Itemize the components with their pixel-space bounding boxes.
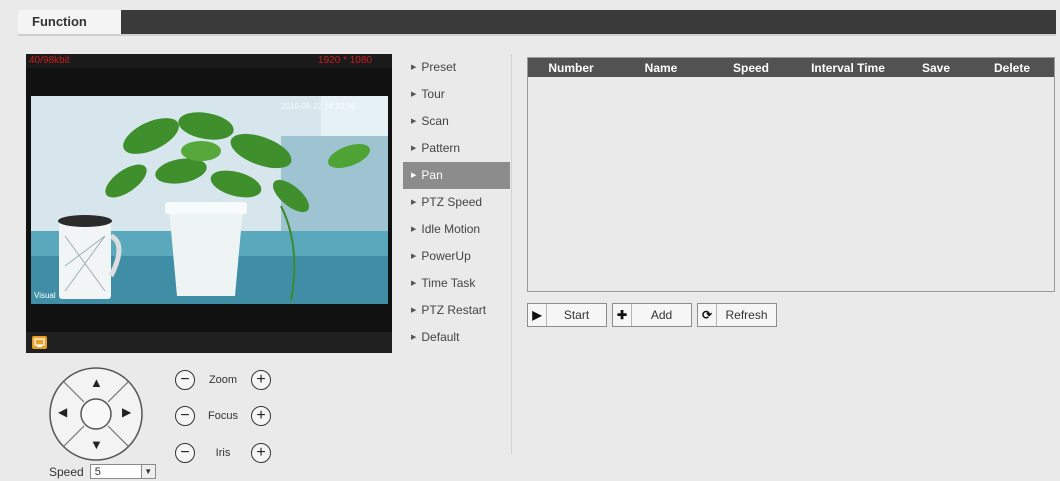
bullet-icon: ▶ <box>411 64 417 71</box>
menu-item-powerup[interactable]: ▶ PowerUp <box>403 243 510 270</box>
zoom-control: − Zoom + <box>175 368 271 392</box>
focus-label: Focus <box>208 410 238 422</box>
bullet-icon: ▶ <box>411 199 417 206</box>
ptz-function-menu: ▶ Preset ▶ Tour ▶ Scan ▶ Pattern ▶ Pan ▶ PTZ S… <box>403 54 510 351</box>
chevron-down-icon: ▼ <box>140 465 155 478</box>
bullet-icon: ▶ <box>411 145 417 152</box>
start-button-label: Start <box>563 308 590 322</box>
table-header: Number Name Speed Interval Time Save Del… <box>528 58 1054 77</box>
menu-item-time-task[interactable]: ▶ Time Task <box>403 270 510 297</box>
menu-item-label: Pan <box>421 168 443 182</box>
video-osd-timestamp: 2016-08-22 14:22:56 <box>281 102 356 111</box>
zoom-in-button[interactable]: + <box>251 370 271 390</box>
refresh-button-label: Refresh <box>725 308 768 322</box>
refresh-button[interactable]: ⟳ Refresh <box>697 303 777 327</box>
add-button-label: Add <box>650 308 673 322</box>
video-toolbar <box>26 332 392 353</box>
bullet-icon: ▶ <box>411 253 417 260</box>
column-header-speed: Speed <box>732 60 769 75</box>
menu-item-label: Pattern <box>421 141 461 155</box>
bullet-icon: ▶ <box>411 172 417 179</box>
column-header-delete: Delete <box>993 60 1031 75</box>
menu-item-scan[interactable]: ▶ Scan <box>403 108 510 135</box>
menu-item-ptz-speed[interactable]: ▶ PTZ Speed <box>403 189 510 216</box>
ptz-direction-pad: ▲ ▼ ◀ ▶ <box>48 366 144 462</box>
tab-function[interactable]: Function <box>18 10 121 34</box>
top-tab-bar: Function <box>18 10 1056 34</box>
tab-divider <box>18 34 1056 36</box>
menu-item-tour[interactable]: ▶ Tour <box>403 81 510 108</box>
menu-item-label: PTZ Speed <box>421 195 483 209</box>
refresh-icon: ⟳ <box>698 304 717 326</box>
bullet-icon: ▶ <box>411 226 417 233</box>
speed-select[interactable]: 5 ▼ <box>89 464 156 479</box>
bullet-icon: ▶ <box>411 91 417 98</box>
pan-up-icon[interactable]: ▲ <box>90 375 103 390</box>
menu-item-label: Preset <box>421 60 457 74</box>
play-icon: ▶ <box>528 304 547 326</box>
tab-function-label: Function <box>32 13 87 29</box>
resolution-readout: 1920 * 1080 <box>318 55 372 66</box>
focus-out-button[interactable]: − <box>175 406 195 426</box>
focus-in-button[interactable]: + <box>251 406 271 426</box>
channel-label: Visual <box>34 291 56 300</box>
column-header-number: Number <box>548 60 594 75</box>
menu-divider <box>511 54 512 454</box>
speed-label: Speed <box>49 464 84 479</box>
menu-item-label: Default <box>421 330 460 344</box>
zoom-out-button[interactable]: − <box>175 370 195 390</box>
iris-close-button[interactable]: − <box>175 443 195 463</box>
menu-item-idle-motion[interactable]: ▶ Idle Motion <box>403 216 510 243</box>
iris-open-button[interactable]: + <box>251 443 271 463</box>
pan-table: Number Name Speed Interval Time Save Del… <box>527 57 1055 292</box>
menu-item-preset[interactable]: ▶ Preset <box>403 54 510 81</box>
menu-item-label: Scan <box>421 114 449 128</box>
snapshot-icon[interactable] <box>32 336 47 349</box>
live-video[interactable]: 40/98kbit 1920 * 1080 2016-08-22 14:22:5… <box>26 54 392 353</box>
bitrate-readout: 40/98kbit <box>29 55 70 66</box>
menu-item-pan[interactable]: ▶ Pan <box>403 162 510 189</box>
bullet-icon: ▶ <box>411 280 417 287</box>
add-button[interactable]: ✚ Add <box>612 303 692 327</box>
focus-control: − Focus + <box>175 404 271 428</box>
bullet-icon: ▶ <box>411 334 417 341</box>
menu-item-default[interactable]: ▶ Default <box>403 324 510 351</box>
menu-item-label: PTZ Restart <box>421 303 487 317</box>
speed-row: Speed 5 ▼ <box>49 464 156 479</box>
menu-item-label: Tour <box>421 87 445 101</box>
pan-right-icon[interactable]: ▶ <box>122 405 131 419</box>
action-bar: ▶ Start ✚ Add ⟳ Refresh <box>527 303 777 327</box>
pan-down-icon[interactable]: ▼ <box>90 437 103 452</box>
iris-label: Iris <box>215 447 231 459</box>
menu-item-label: Time Task <box>421 276 476 290</box>
column-header-name: Name <box>644 60 678 75</box>
column-header-save: Save <box>921 60 951 75</box>
speed-value: 5 <box>94 465 101 478</box>
menu-item-pattern[interactable]: ▶ Pattern <box>403 135 510 162</box>
zoom-label: Zoom <box>208 374 238 386</box>
bullet-icon: ▶ <box>411 307 417 314</box>
menu-item-label: PowerUp <box>421 249 471 263</box>
pan-left-icon[interactable]: ◀ <box>58 405 67 419</box>
column-header-interval-time: Interval Time <box>811 60 885 75</box>
iris-control: − Iris + <box>175 441 271 465</box>
plus-icon: ✚ <box>613 304 632 326</box>
menu-item-ptz-restart[interactable]: ▶ PTZ Restart <box>403 297 510 324</box>
bullet-icon: ▶ <box>411 118 417 125</box>
menu-item-label: Idle Motion <box>421 222 481 236</box>
camera-image <box>31 96 388 304</box>
start-button[interactable]: ▶ Start <box>527 303 607 327</box>
